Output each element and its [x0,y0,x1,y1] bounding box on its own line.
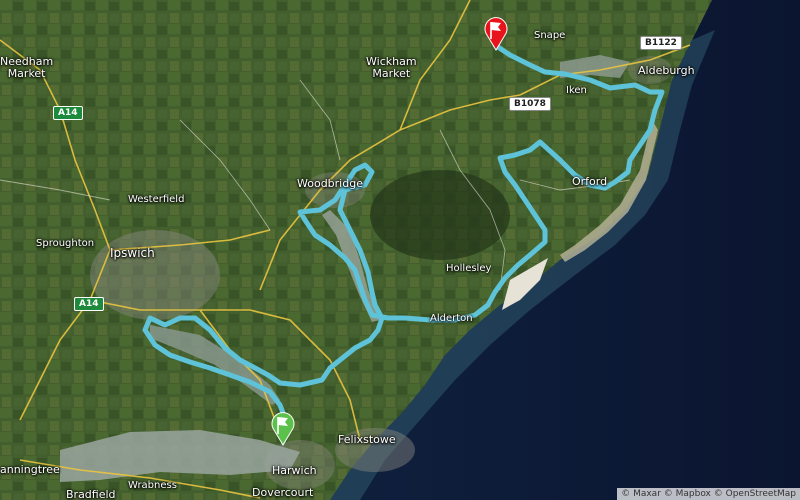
start-flag-marker[interactable] [270,410,296,446]
road-shield-b1078: B1078 [509,97,551,111]
flag-icon [484,17,508,51]
map-view[interactable]: Needham Market Wickham Market Snape Alde… [0,0,800,500]
place-label-alderton: Alderton [430,313,473,324]
place-label-needham-market: Needham Market [0,55,54,80]
place-label-harwich: Harwich [272,464,317,477]
finish-flag-marker[interactable] [483,15,509,51]
place-label-westerfield: Westerfield [128,194,185,205]
place-label-aldeburgh: Aldeburgh [638,64,695,77]
place-label-wickham-market: Wickham Market [366,55,417,80]
place-label-woodbridge: Woodbridge [297,177,363,190]
place-label-sproughton: Sproughton [36,238,95,249]
place-label-felixstowe: Felixstowe [338,433,396,446]
place-label-ipswich: Ipswich [110,246,155,260]
place-label-hollesley: Hollesley [446,263,492,274]
flag-icon [271,412,295,446]
place-label-orford: Orford [572,175,608,188]
road-shield-a14-south: A14 [74,297,104,311]
place-label-dovercourt: Dovercourt [252,486,314,499]
place-label-wrabness: Wrabness [128,480,177,491]
road-shield-a14-north: A14 [53,106,83,120]
place-label-iken: Iken [566,85,587,96]
place-label-snape: Snape [534,30,566,41]
road-shield-b1122: B1122 [640,36,682,50]
place-label-bradfield: Bradfield [66,488,116,500]
place-label-manningtree: anningtree [0,463,60,476]
map-attribution[interactable]: © Maxar © Mapbox © OpenStreetMap [617,488,800,500]
